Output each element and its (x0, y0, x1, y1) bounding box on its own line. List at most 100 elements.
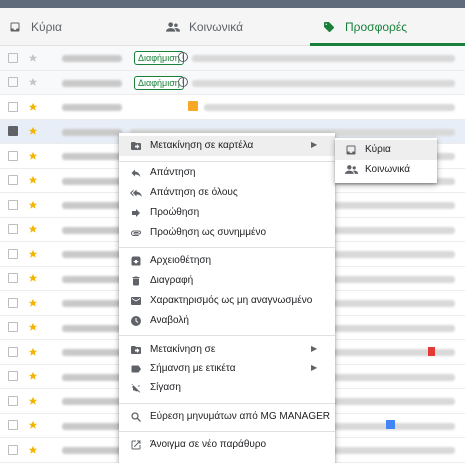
star-icon[interactable] (28, 322, 38, 332)
category-tabs: Κύρια Κοινωνικά Προσφορές (0, 8, 465, 46)
reply-icon (130, 167, 142, 179)
menu-item-reply[interactable]: Απάντηση (119, 163, 335, 183)
submenu-item-social[interactable]: Κοινωνικά (335, 160, 437, 180)
mute-icon (130, 382, 142, 394)
submenu-item-label: Κοινωνικά (365, 164, 411, 175)
menu-item-label: Προώθηση ως συνημμένο (150, 227, 267, 238)
sender-blurred (62, 349, 122, 356)
menu-item-label: Χαρακτηρισμός ως μη αναγνωσμένο (150, 295, 313, 306)
row-checkbox[interactable] (8, 175, 18, 186)
row-checkbox[interactable] (8, 444, 18, 455)
star-icon[interactable] (28, 371, 38, 381)
submenu-arrow-icon: ▶ (311, 363, 318, 372)
tab-promotions[interactable]: Προσφορές (310, 8, 465, 46)
sender-blurred (62, 251, 122, 258)
star-icon[interactable] (28, 53, 38, 63)
row-checkbox[interactable] (8, 248, 18, 259)
email-row[interactable] (0, 95, 465, 120)
row-checkbox[interactable] (8, 199, 18, 210)
tab-label: Κύρια (31, 20, 62, 34)
star-icon[interactable] (28, 224, 38, 234)
menu-item-delete[interactable]: Διαγραφή (119, 271, 335, 291)
sender-blurred (62, 226, 122, 234)
row-checkbox[interactable] (8, 101, 18, 112)
emoji-icon (386, 419, 395, 429)
info-icon: i (178, 76, 188, 87)
menu-item-open-new-window[interactable]: Άνοιγμα σε νέο παράθυρο (119, 435, 335, 455)
star-icon[interactable] (28, 126, 38, 136)
star-icon[interactable] (28, 249, 38, 259)
row-checkbox[interactable] (8, 371, 18, 382)
info-icon: i (178, 52, 188, 62)
menu-item-label: Αναβολή (150, 315, 189, 326)
top-bar (0, 0, 465, 8)
open-in-new-icon (130, 439, 142, 451)
menu-item-forward-attachment[interactable]: Προώθηση ως συνημμένο (119, 223, 335, 243)
row-checkbox[interactable] (8, 297, 18, 308)
menu-item-mute[interactable]: Σίγαση (119, 378, 335, 398)
sender-blurred (62, 324, 122, 332)
clock-icon (130, 315, 142, 327)
menu-item-label-as[interactable]: Σήμανση με ετικέτα ▶ (119, 359, 335, 379)
row-checkbox[interactable] (8, 346, 18, 357)
promo-badge: Διαφήμιση (134, 51, 184, 65)
sender-blurred (62, 300, 122, 307)
star-icon[interactable] (28, 298, 38, 308)
sender-blurred (62, 202, 122, 209)
menu-item-reply-all[interactable]: Απάντηση σε όλους (119, 183, 335, 203)
tab-label: Προσφορές (345, 20, 407, 34)
star-icon[interactable] (28, 396, 38, 406)
search-icon (130, 411, 142, 423)
menu-item-label: Απάντηση σε όλους (150, 187, 238, 198)
menu-item-archive[interactable]: Αρχειοθέτηση (119, 251, 335, 271)
tab-primary[interactable]: Κύρια (0, 8, 160, 46)
email-row[interactable]: Διαφήμιση i (0, 46, 465, 71)
star-icon[interactable] (28, 200, 38, 210)
submenu-arrow-icon: ▶ (311, 140, 318, 149)
star-icon[interactable] (28, 445, 38, 455)
heart-emoji-icon (428, 347, 435, 356)
menu-item-forward[interactable]: Προώθηση (119, 203, 335, 223)
menu-item-move-to[interactable]: Μετακίνηση σε ▶ (119, 340, 335, 360)
row-checkbox[interactable] (8, 322, 18, 333)
star-icon[interactable] (28, 77, 38, 87)
row-checkbox[interactable] (8, 52, 18, 63)
menu-item-move-to-tab[interactable]: Μετακίνηση σε καρτέλα ▶ (119, 136, 335, 156)
menu-item-label: Αρχειοθέτηση (150, 255, 212, 266)
attachment-icon (130, 227, 142, 239)
star-icon[interactable] (28, 151, 38, 161)
subject-blurred (192, 79, 455, 87)
row-checkbox[interactable] (8, 126, 18, 137)
menu-item-mark-unread[interactable]: Χαρακτηρισμός ως μη αναγνωσμένο (119, 291, 335, 311)
menu-item-label: Σήμανση με ετικέτα (150, 363, 236, 374)
sender-blurred (62, 447, 122, 454)
row-checkbox[interactable] (8, 150, 18, 161)
star-icon[interactable] (28, 273, 38, 283)
menu-item-label: Απάντηση (150, 167, 196, 178)
star-icon[interactable] (28, 102, 38, 112)
email-row[interactable]: Διαφήμιση i (0, 70, 465, 95)
row-checkbox[interactable] (8, 420, 18, 431)
row-checkbox[interactable] (8, 395, 18, 406)
menu-item-find-from[interactable]: Εύρεση μηνυμάτων από MG MANAGER (119, 407, 335, 427)
row-checkbox[interactable] (8, 224, 18, 235)
star-icon[interactable] (28, 175, 38, 185)
sender-blurred (62, 55, 122, 62)
sender-blurred (62, 398, 122, 405)
submenu-item-primary[interactable]: Κύρια (335, 140, 437, 160)
folder-move-icon (130, 344, 142, 356)
divider (119, 403, 335, 404)
star-icon[interactable] (28, 347, 38, 357)
divider (119, 161, 335, 162)
divider (119, 335, 335, 336)
row-checkbox[interactable] (8, 77, 18, 88)
row-checkbox[interactable] (8, 273, 18, 284)
sender-blurred (62, 177, 122, 185)
tab-social[interactable]: Κοινωνικά (160, 8, 310, 46)
people-icon (345, 164, 358, 176)
menu-item-label: Σίγαση (150, 382, 181, 393)
menu-item-snooze[interactable]: Αναβολή (119, 311, 335, 331)
inbox-icon (345, 144, 357, 156)
trash-icon (130, 275, 142, 287)
star-icon[interactable] (28, 420, 38, 430)
